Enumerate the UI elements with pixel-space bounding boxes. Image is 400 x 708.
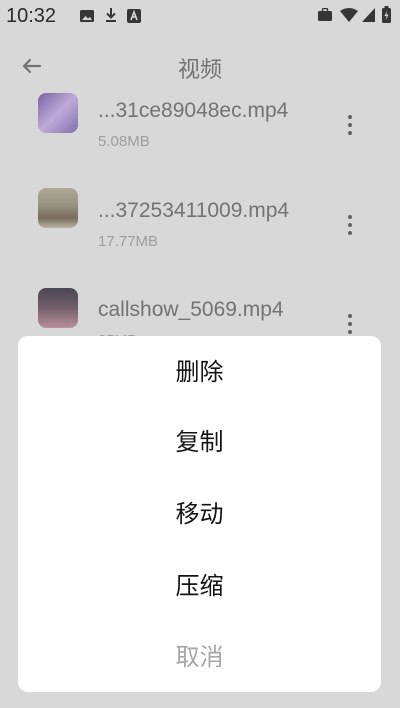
delete-option[interactable]: 删除	[18, 342, 381, 402]
compress-option[interactable]: 压缩	[18, 556, 381, 616]
action-sheet: 删除 复制 移动 压缩 取消	[18, 336, 381, 692]
copy-option[interactable]: 复制	[18, 412, 381, 472]
cancel-button[interactable]: 取消	[18, 627, 381, 687]
move-option[interactable]: 移动	[18, 484, 381, 544]
